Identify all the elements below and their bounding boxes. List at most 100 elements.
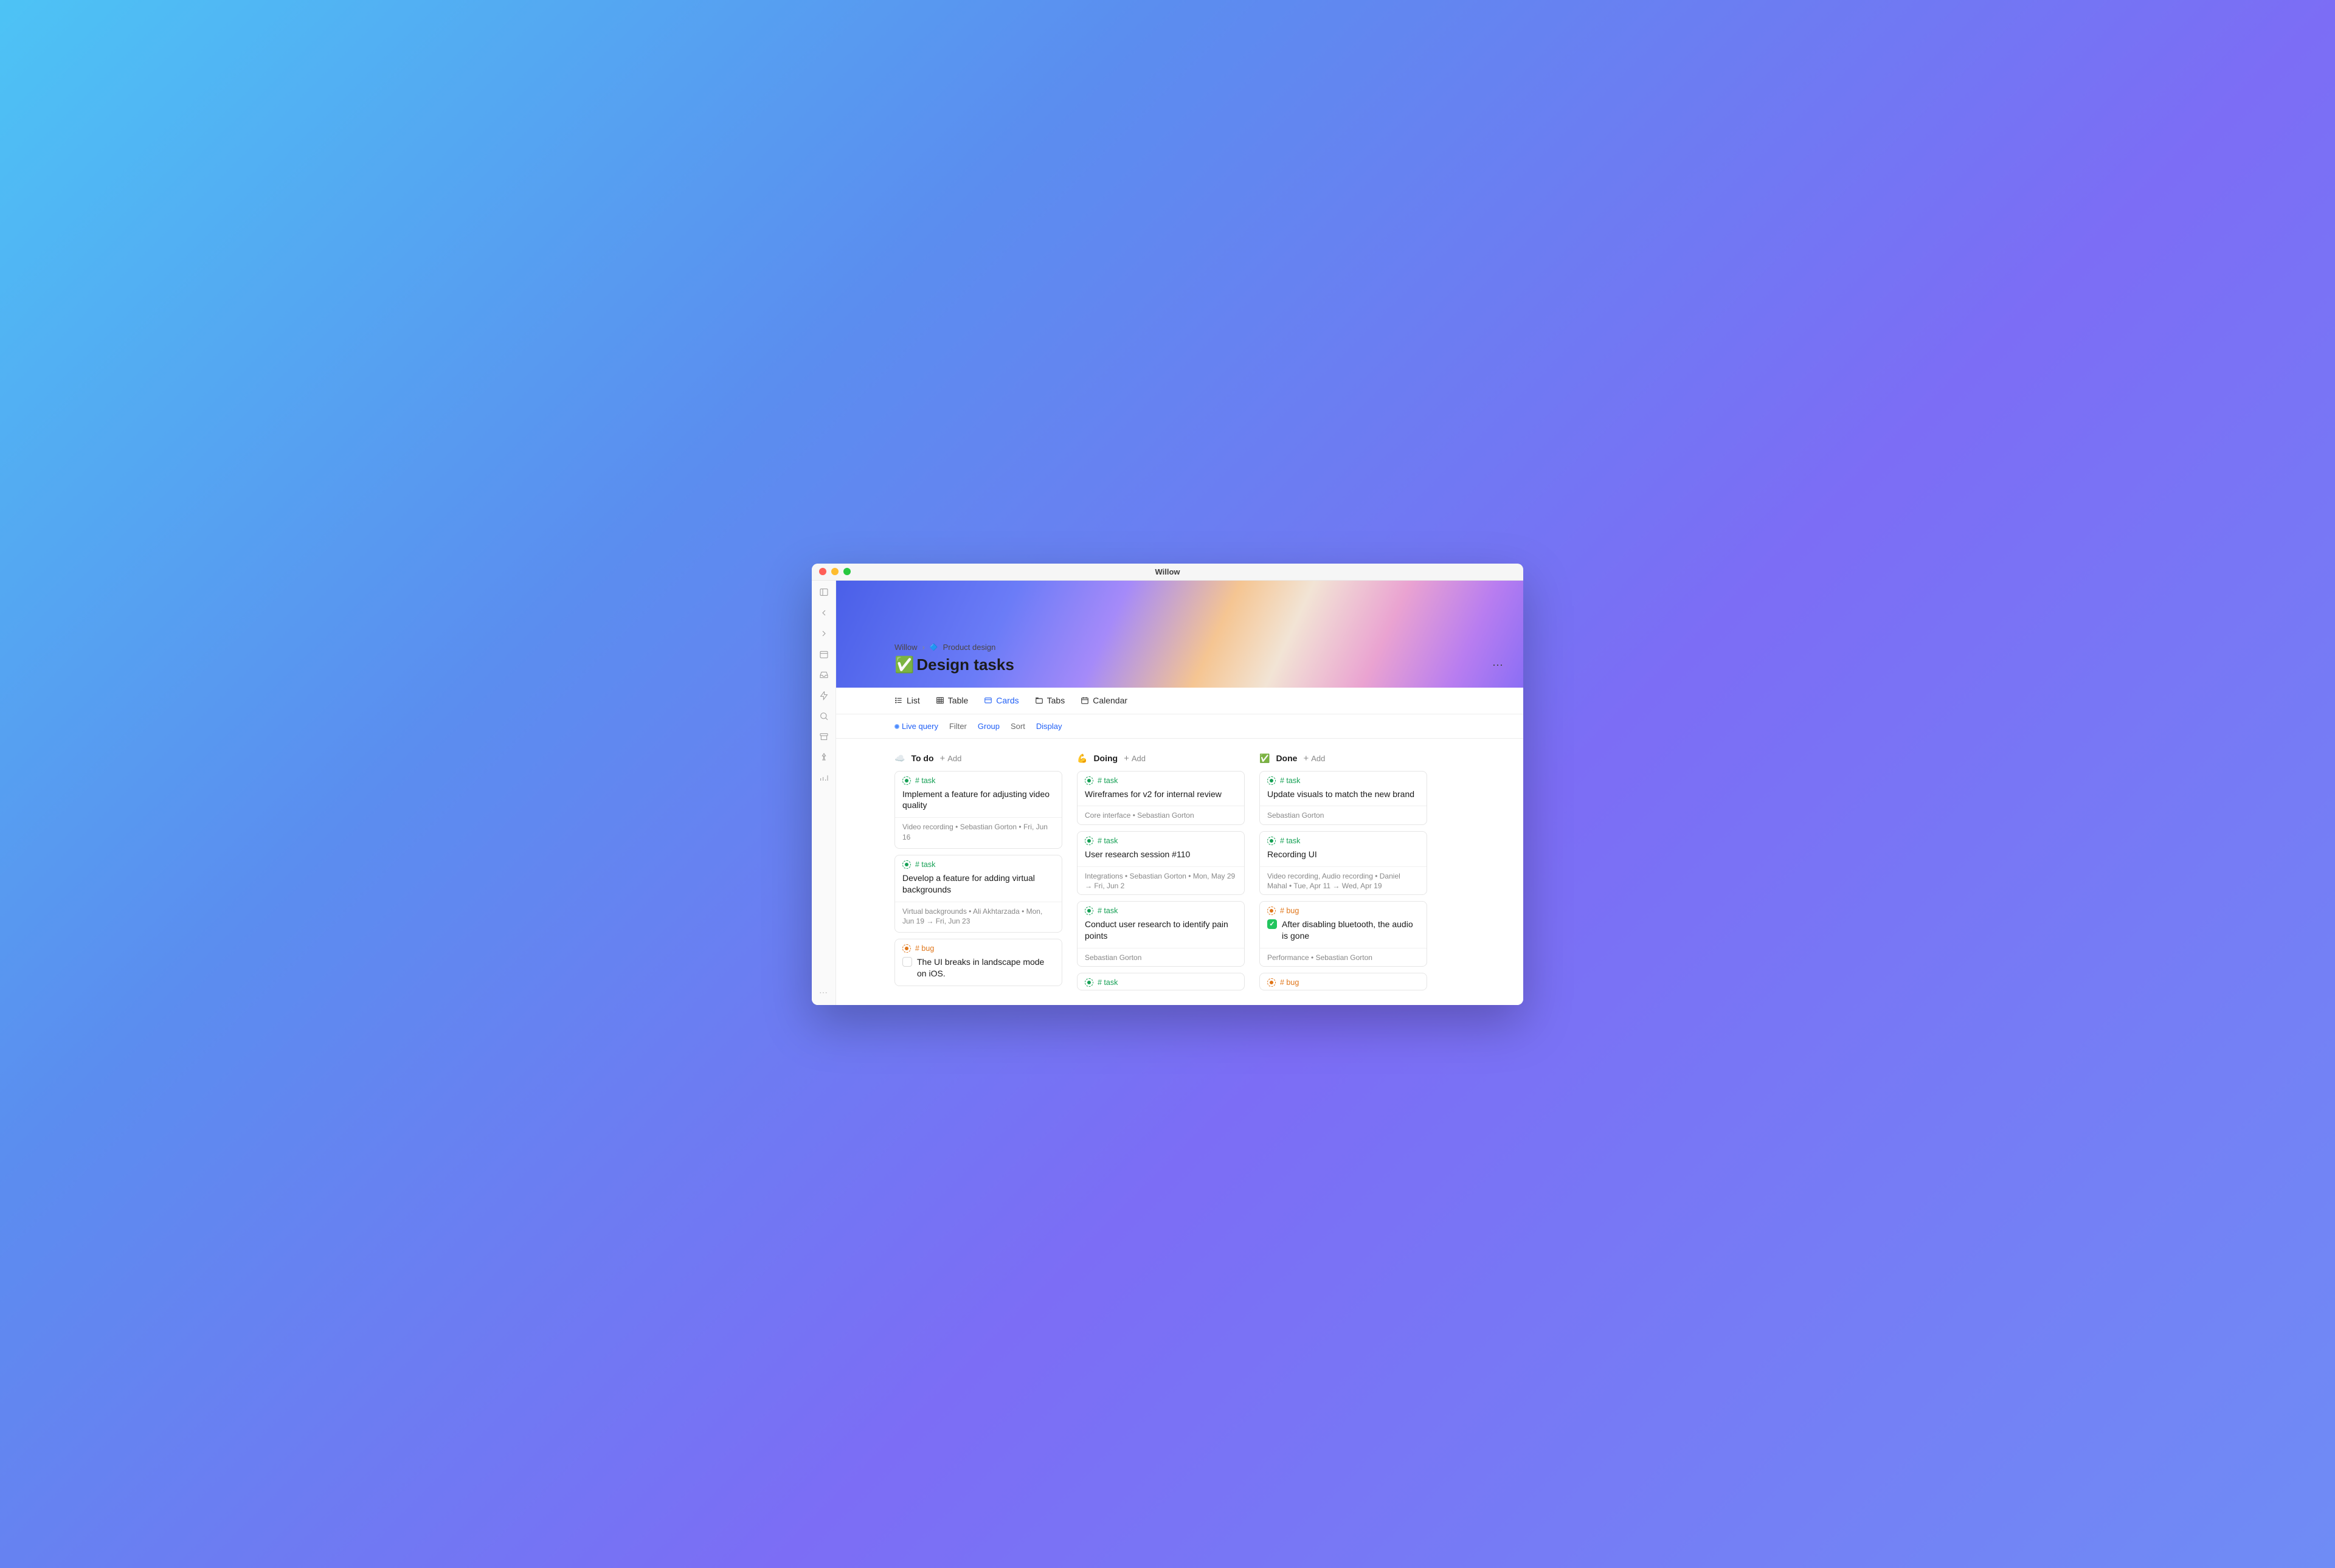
- card-title: Wireframes for v2 for internal review: [1078, 789, 1244, 806]
- card-meta: Video recording • Sebastian Gorton • Fri…: [895, 817, 1062, 848]
- task-card[interactable]: # taskConduct user research to identify …: [1077, 901, 1245, 966]
- tab-tabs[interactable]: Tabs: [1035, 696, 1065, 705]
- activity-icon[interactable]: [818, 690, 829, 701]
- tag-dot-icon: [902, 860, 911, 869]
- app-window: Willow ⋯ Willow › 🔷 Product design: [812, 564, 1523, 1005]
- task-card[interactable]: # task Recording UIVideo recording, Audio…: [1259, 831, 1427, 895]
- display-button[interactable]: Display: [1036, 722, 1062, 731]
- card-tag-row: # task: [1078, 902, 1244, 919]
- column-title: To do: [911, 753, 933, 763]
- card-tag: # task: [1098, 837, 1118, 845]
- tag-dot-icon: [1267, 978, 1276, 987]
- pin-icon[interactable]: [818, 752, 829, 763]
- search-icon[interactable]: [818, 711, 829, 722]
- card-tag-row: # task: [895, 772, 1062, 789]
- card-tag-row: # task: [895, 855, 1062, 872]
- dashboard-icon[interactable]: [818, 773, 829, 784]
- breadcrumb: Willow › 🔷 Product design: [894, 643, 1465, 652]
- titlebar: Willow: [812, 564, 1523, 581]
- task-card[interactable]: # bugAfter disabling bluetooth, the audi…: [1259, 901, 1427, 966]
- add-card-button[interactable]: +Add: [940, 753, 962, 764]
- sidebar: ⋯: [812, 581, 836, 1005]
- breadcrumb-section[interactable]: Product design: [943, 643, 996, 652]
- tab-calendar[interactable]: Calendar: [1081, 696, 1127, 705]
- tab-list[interactable]: List: [894, 696, 920, 705]
- card-tag: # task: [1098, 978, 1118, 987]
- inbox-icon[interactable]: [818, 669, 829, 680]
- page-more-button[interactable]: ⋯: [1492, 659, 1504, 672]
- card-meta: Performance • Sebastian Gorton: [1260, 948, 1427, 967]
- breadcrumb-root[interactable]: Willow: [894, 643, 918, 652]
- card-tag: # bug: [1280, 978, 1299, 987]
- minimize-window-button[interactable]: [831, 568, 839, 575]
- card-meta: Core interface • Sebastian Gorton: [1078, 806, 1244, 824]
- forward-icon[interactable]: [818, 628, 829, 639]
- checkbox-done[interactable]: [1267, 919, 1277, 929]
- column-header: 💪 Doing +Add: [1077, 753, 1245, 764]
- card-meta: Sebastian Gorton: [1078, 948, 1244, 967]
- card-tag: # task: [1098, 776, 1118, 785]
- calendar-icon[interactable]: [818, 649, 829, 660]
- tag-dot-icon: [1085, 978, 1093, 987]
- task-card[interactable]: # task: [1077, 973, 1245, 990]
- tag-dot-icon: [1267, 776, 1276, 785]
- board: ☁️To do+Add# taskImplement a feature for…: [836, 739, 1523, 1005]
- close-window-button[interactable]: [819, 568, 826, 575]
- task-card[interactable]: # task User research session #110Integrat…: [1077, 831, 1245, 895]
- card-meta: Video recording, Audio recording • Danie…: [1260, 866, 1427, 896]
- checkbox-empty[interactable]: [902, 957, 912, 967]
- tag-dot-icon: [1085, 776, 1093, 785]
- tab-cards[interactable]: Cards: [984, 696, 1019, 705]
- plus-icon: +: [1303, 753, 1309, 764]
- view-tabs: List Table Cards Tabs Calendar: [836, 688, 1523, 714]
- card-tag: # task: [1280, 837, 1300, 845]
- card-title: Recording UI: [1260, 849, 1427, 866]
- column-title: Doing: [1093, 753, 1118, 763]
- task-card[interactable]: # bugThe UI breaks in landscape mode on …: [894, 939, 1062, 986]
- task-card[interactable]: # task Wireframes for v2 for internal rev…: [1077, 771, 1245, 825]
- task-card[interactable]: # taskDevelop a feature for adding virtu…: [894, 855, 1062, 933]
- add-card-button[interactable]: +Add: [1303, 753, 1325, 764]
- card-list: # taskImplement a feature for adjusting …: [894, 771, 1062, 987]
- filter-button[interactable]: Filter: [949, 722, 967, 731]
- window-title: Willow: [1155, 567, 1180, 576]
- card-tag: # bug: [915, 944, 934, 953]
- tag-dot-icon: [1267, 837, 1276, 845]
- add-card-button[interactable]: +Add: [1124, 753, 1146, 764]
- card-title: User research session #110: [1078, 849, 1244, 866]
- card-meta: Integrations • Sebastian Gorton • Mon, M…: [1078, 866, 1244, 896]
- tag-dot-icon: [1085, 907, 1093, 915]
- column-title: Done: [1276, 753, 1297, 763]
- archive-icon[interactable]: [818, 731, 829, 742]
- board-column: ✅ Done +Add # taskUpdate visuals to match t…: [1259, 753, 1427, 990]
- banner: Willow › 🔷 Product design ✅ Design tasks…: [836, 581, 1523, 688]
- sidebar-more-icon[interactable]: ⋯: [819, 987, 828, 998]
- card-tag-row: # task: [1078, 832, 1244, 849]
- card-tag-row: # task: [1078, 973, 1244, 990]
- card-tag-row: # bug: [1260, 902, 1427, 919]
- fullscreen-window-button[interactable]: [843, 568, 851, 575]
- task-card[interactable]: # bug: [1259, 973, 1427, 990]
- column-emoji: ✅: [1259, 753, 1270, 764]
- tab-table[interactable]: Table: [936, 696, 968, 705]
- back-icon[interactable]: [818, 607, 829, 618]
- card-tag: # task: [1098, 907, 1118, 915]
- tag-dot-icon: [1267, 907, 1276, 915]
- card-title: Develop a feature for adding virtual bac…: [895, 872, 1062, 902]
- task-card[interactable]: # taskUpdate visuals to match the new br…: [1259, 771, 1427, 825]
- column-emoji: 💪: [1077, 753, 1087, 764]
- card-title: Implement a feature for adjusting video …: [895, 789, 1062, 818]
- content: ⋯ Willow › 🔷 Product design ✅ Design tas…: [812, 581, 1523, 1005]
- tag-dot-icon: [902, 944, 911, 953]
- group-button[interactable]: Group: [978, 722, 1000, 731]
- main: Willow › 🔷 Product design ✅ Design tasks…: [836, 581, 1523, 1005]
- task-card[interactable]: # taskImplement a feature for adjusting …: [894, 771, 1062, 849]
- page-title: ✅ Design tasks: [894, 655, 1465, 674]
- panel-toggle-icon[interactable]: [818, 587, 829, 598]
- traffic-lights: [819, 568, 851, 575]
- card-title: After disabling bluetooth, the audio is …: [1260, 919, 1427, 948]
- sort-button[interactable]: Sort: [1011, 722, 1025, 731]
- card-tag-row: # task: [1078, 772, 1244, 789]
- live-query-button[interactable]: Live query: [894, 722, 938, 731]
- card-tag-row: # task: [1260, 832, 1427, 849]
